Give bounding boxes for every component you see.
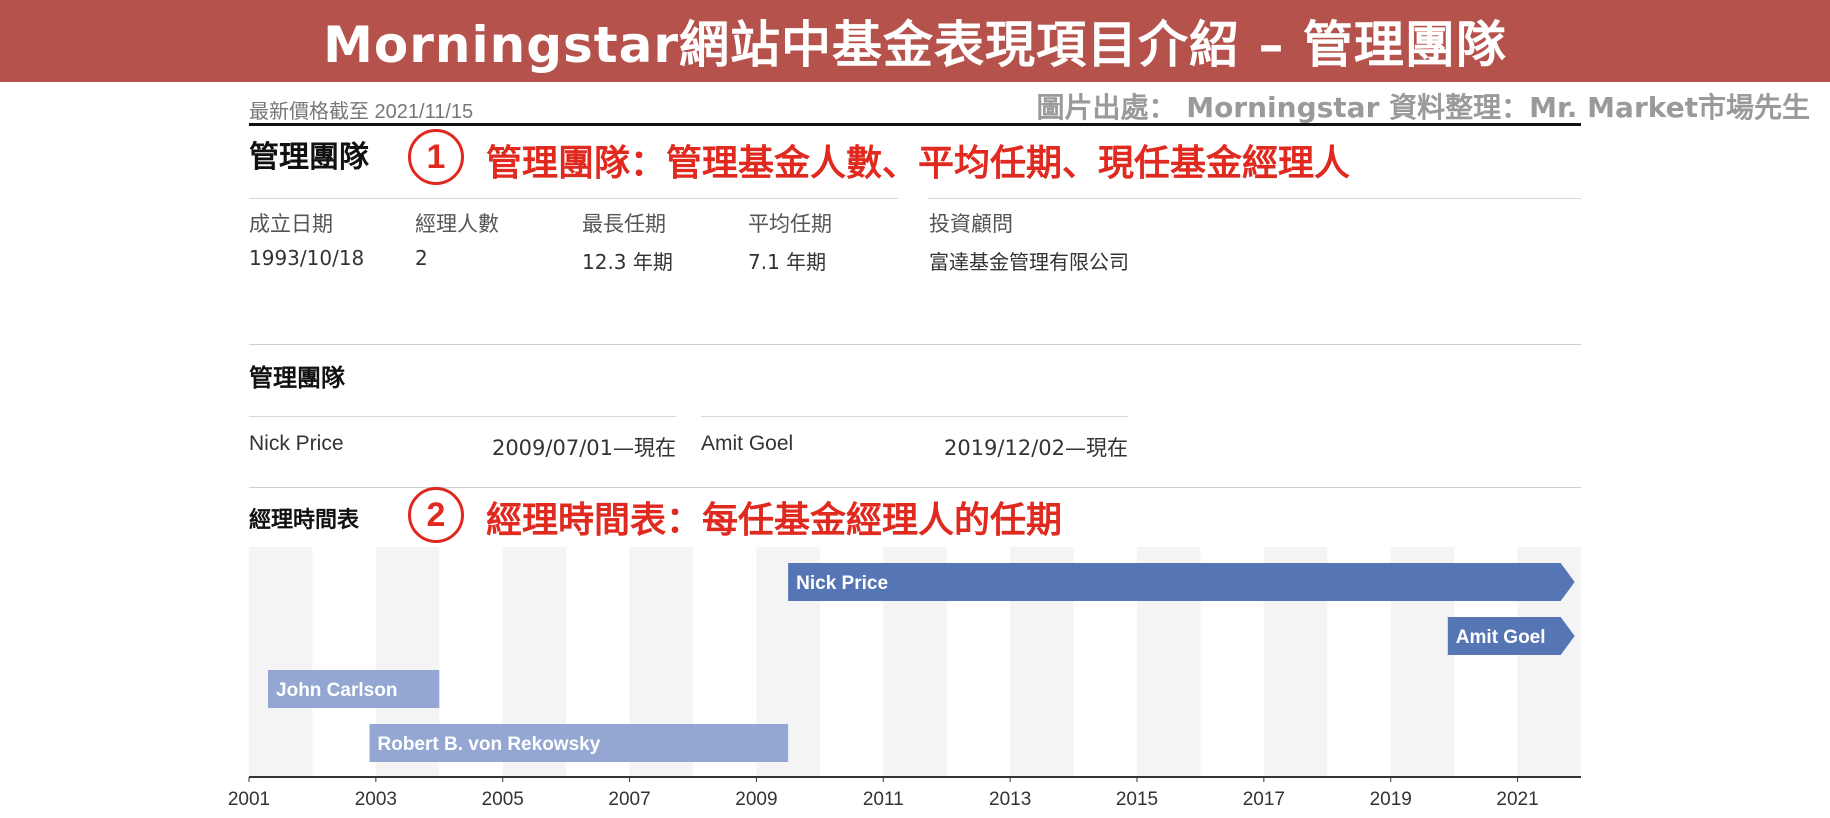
stat-investment-advisor: 投資顧問 富達基金管理有限公司 bbox=[929, 208, 1129, 275]
stat-average-tenure: 平均任期 7.1 年期 bbox=[748, 208, 832, 275]
x-tick-label: 2015 bbox=[1116, 789, 1158, 810]
manager-bar-label: Nick Price bbox=[796, 573, 888, 594]
manager-bar-label: Amit Goel bbox=[1456, 627, 1546, 648]
managers-divider bbox=[249, 344, 1581, 345]
stats-divider-right bbox=[928, 198, 1581, 199]
x-tick-label: 2003 bbox=[355, 789, 397, 810]
stat-value: 富達基金管理有限公司 bbox=[929, 250, 1129, 274]
stat-label: 平均任期 bbox=[748, 212, 832, 236]
manager-name[interactable]: Amit Goel bbox=[701, 432, 793, 456]
image-source: 圖片出處： Morningstar 資料整理：Mr. Market市場先生 bbox=[1036, 91, 1810, 124]
manager-timeline-chart: Nick Price Amit Goel John Carlson Robert B.… bbox=[228, 547, 1581, 810]
stat-manager-count: 經理人數 2 bbox=[415, 208, 499, 270]
manager-bar[interactable] bbox=[788, 563, 1575, 601]
x-tick-label: 2009 bbox=[735, 789, 777, 810]
manager-bar-label: John Carlson bbox=[276, 680, 397, 701]
stats-divider-left bbox=[249, 198, 898, 199]
manager-tenure-period: 2019/12/02—現在 bbox=[943, 436, 1128, 460]
annotation-badge-2: 2 bbox=[408, 487, 464, 543]
stat-inception-date: 成立日期 1993/10/18 bbox=[249, 208, 364, 270]
manager-timeline-svg: Nick Price Amit Goel John Carlson Robert B.… bbox=[228, 547, 1581, 810]
stat-value: 2 bbox=[415, 246, 428, 270]
manager-tenure-period: 2009/07/01—現在 bbox=[491, 436, 676, 460]
year-band bbox=[249, 547, 313, 777]
manager-bar-label: Robert B. von Rekowsky bbox=[378, 734, 601, 755]
stat-value: 1993/10/18 bbox=[249, 246, 365, 270]
timeline-divider bbox=[249, 487, 1581, 488]
price-date: 最新價格截至 2021/11/15 bbox=[249, 101, 474, 123]
x-tick-label: 2013 bbox=[989, 789, 1031, 810]
annotation-text-2: 經理時間表：每任基金經理人的任期 bbox=[486, 500, 1063, 541]
manager-divider-left bbox=[249, 416, 676, 417]
stat-longest-tenure: 最長任期 12.3 年期 bbox=[582, 208, 673, 275]
stat-label: 經理人數 bbox=[415, 212, 499, 236]
x-tick-label: 2017 bbox=[1243, 789, 1285, 810]
banner-title: Morningstar網站中基金表現項目介紹 – 管理團隊 bbox=[323, 16, 1507, 74]
x-tick-label: 2021 bbox=[1496, 789, 1538, 810]
team-section-title: 管理團隊 bbox=[249, 140, 369, 175]
managers-heading: 管理團隊 bbox=[249, 364, 345, 392]
x-tick-label: 2001 bbox=[228, 789, 270, 810]
timeline-heading: 經理時間表 bbox=[249, 508, 360, 533]
x-tick-label: 2005 bbox=[482, 789, 524, 810]
x-tick-label: 2019 bbox=[1370, 789, 1412, 810]
stat-label: 投資顧問 bbox=[929, 212, 1013, 236]
annotation-badge-1: 1 bbox=[408, 129, 464, 185]
stat-label: 成立日期 bbox=[249, 212, 333, 236]
header-divider bbox=[249, 123, 1581, 126]
manager-name[interactable]: Nick Price bbox=[249, 432, 344, 456]
stat-label: 最長任期 bbox=[582, 212, 666, 236]
stat-value: 12.3 年期 bbox=[582, 250, 673, 274]
title-banner: Morningstar網站中基金表現項目介紹 – 管理團隊 bbox=[0, 0, 1830, 82]
x-tick-label: 2007 bbox=[608, 789, 650, 810]
stat-value: 7.1 年期 bbox=[748, 250, 827, 274]
x-tick-label: 2011 bbox=[863, 789, 904, 810]
annotation-text-1: 管理團隊：管理基金人數、平均任期、現任基金經理人 bbox=[486, 143, 1351, 184]
manager-divider-right bbox=[701, 416, 1128, 417]
